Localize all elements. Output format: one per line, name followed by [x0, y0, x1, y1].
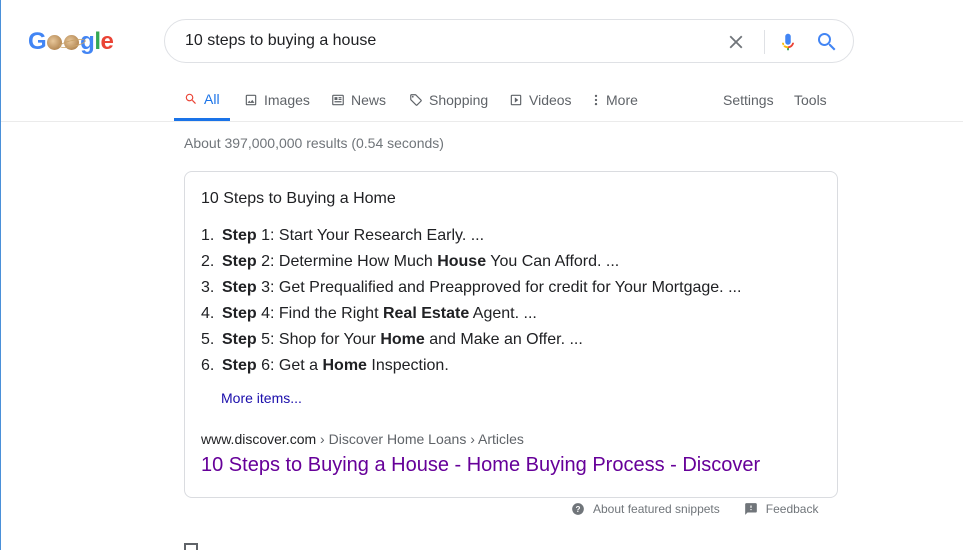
header-divider [1, 121, 963, 122]
help-icon: ? [572, 503, 584, 515]
tab-tools-label: Tools [794, 92, 827, 108]
voice-search-button[interactable] [777, 30, 799, 54]
more-items-link[interactable]: More items... [221, 390, 302, 406]
newspaper-icon [332, 94, 344, 106]
close-icon [729, 35, 743, 49]
search-box [164, 19, 854, 63]
checkbox-icon [184, 543, 198, 550]
more-vert-icon [594, 94, 598, 106]
feedback-link[interactable]: Feedback [744, 502, 819, 516]
list-item: 1. Step 1: Start Your Research Early. ... [201, 227, 485, 244]
tab-news-label: News [351, 92, 387, 108]
list-item: 3. Step 3: Get Prequalified and Preapprov… [201, 279, 742, 296]
result-cite: www.discover.com › Discover Home Loans ›… [201, 431, 524, 447]
search-tabs: All Images News Shopping Videos More Set… [174, 80, 834, 122]
planet-doodle-icon [47, 35, 63, 50]
saturn-doodle-icon [64, 35, 80, 50]
svg-text:?: ? [576, 505, 581, 514]
search-submit-button[interactable] [815, 30, 839, 54]
snippet-title: 10 Steps to Buying a Home [201, 190, 396, 207]
tab-shopping-label: Shopping [429, 92, 489, 108]
result-title-link[interactable]: 10 Steps to Buying a House - Home Buying… [201, 454, 760, 477]
snippet-steps-list: 1. Step 1: Start Your Research Early. ...… [201, 225, 741, 381]
cite-breadcrumb: › Discover Home Loans › Articles [316, 431, 524, 447]
cite-domain: www.discover.com [201, 431, 317, 447]
play-icon [510, 94, 522, 106]
tab-tools[interactable]: Tools [794, 80, 827, 120]
tab-images-label: Images [264, 92, 310, 108]
result-stats: About 397,000,000 results (0.54 seconds) [184, 135, 444, 151]
list-item: 6. Step 6: Get a Home Inspection. [201, 357, 449, 374]
tab-settings-label: Settings [723, 92, 774, 108]
tab-settings[interactable]: Settings [723, 80, 774, 120]
feedback-label: Feedback [765, 502, 819, 516]
clear-search-button[interactable] [725, 31, 747, 53]
tab-videos-label: Videos [529, 92, 572, 108]
search-input[interactable] [185, 20, 705, 62]
feedback-icon [744, 503, 757, 515]
tag-icon [410, 94, 422, 106]
tab-videos[interactable]: Videos [509, 80, 572, 120]
about-featured-snippets-label: About featured snippets [593, 502, 720, 516]
tab-all-label: All [204, 91, 220, 107]
microphone-icon [781, 33, 795, 51]
about-featured-snippets-link[interactable]: ? About featured snippets [571, 502, 720, 516]
search-box-divider [764, 30, 765, 54]
snippet-footer: ? About featured snippets Feedback [571, 502, 818, 516]
tab-more-label: More [606, 92, 638, 108]
image-icon [245, 94, 257, 106]
search-results-page: Ggle All Images [0, 0, 963, 550]
search-icon [185, 93, 196, 104]
next-section-partial [184, 543, 210, 550]
google-doodle-logo[interactable]: Ggle [28, 27, 120, 57]
tab-shopping[interactable]: Shopping [409, 80, 488, 120]
tab-all[interactable]: All [174, 80, 230, 121]
tab-images[interactable]: Images [244, 80, 310, 120]
tab-more[interactable]: More [592, 80, 638, 120]
tab-news[interactable]: News [331, 80, 386, 120]
list-item: 4. Step 4: Find the Right Real Estate Age… [201, 305, 537, 322]
search-icon [818, 33, 836, 51]
list-item: 5. Step 5: Shop for Your Home and Make an… [201, 331, 583, 348]
list-item: 2. Step 2: Determine How Much House You C… [201, 253, 620, 270]
featured-snippet: 10 Steps to Buying a Home 1. Step 1: Star… [184, 171, 838, 498]
